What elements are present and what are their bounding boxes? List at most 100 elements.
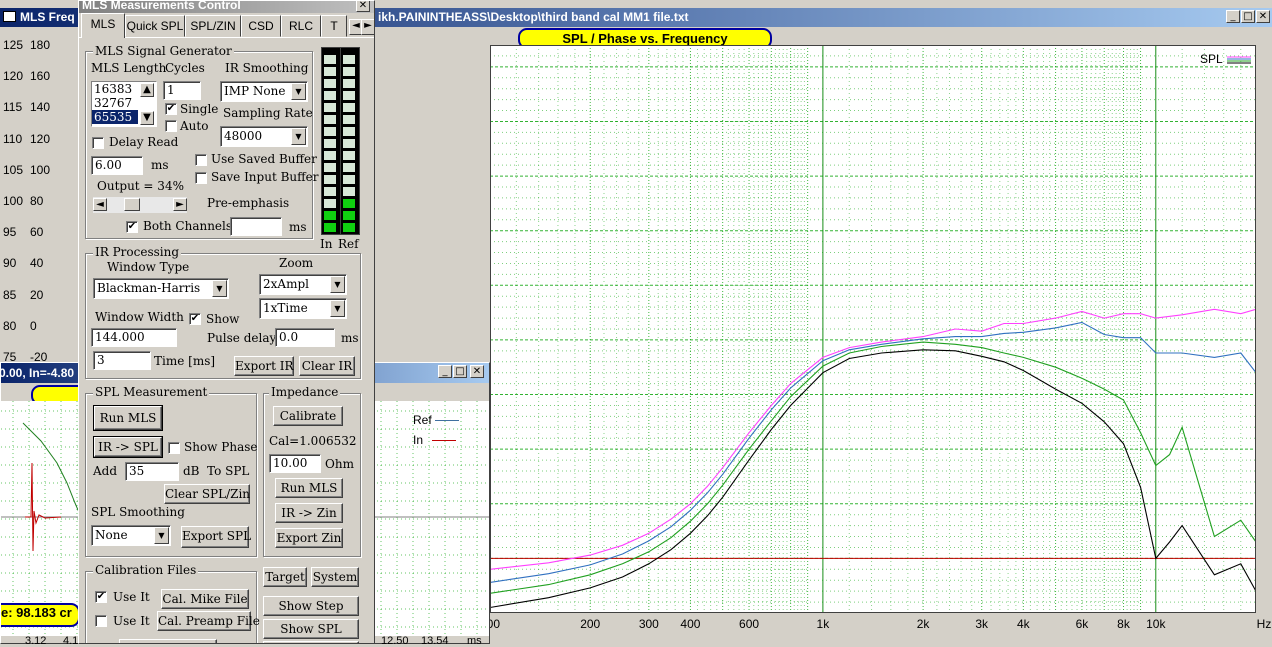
tab-more[interactable]: T	[321, 15, 347, 37]
export-ir-button[interactable]: Export IR	[234, 356, 294, 376]
save-input-buffer-checkbox[interactable]	[195, 172, 207, 184]
legend-spl: SPL	[1200, 52, 1252, 66]
calibrate-button[interactable]: Calibrate	[273, 406, 343, 426]
close-icon[interactable]: ✕	[1256, 10, 1270, 23]
show-step-button[interactable]: Show Step	[263, 596, 359, 616]
mls-length-option-selected[interactable]: 65535	[92, 110, 138, 124]
output-slider-right-icon[interactable]: ►	[173, 198, 187, 211]
run-mls-button[interactable]: Run MLS	[93, 405, 163, 431]
cycles-label: Cycles	[165, 61, 205, 75]
x-tick-label: 600	[739, 617, 760, 631]
chevron-down-icon[interactable]: ▼	[212, 280, 227, 297]
mls-length-list[interactable]: 16383 32767 65535 ▲ ▼	[91, 81, 157, 127]
cal-mike-file-button[interactable]: Cal. Mike File	[161, 589, 249, 609]
control-window[interactable]: MLS Measurements Control ✕ MLS Quick SPL…	[78, 0, 375, 644]
clear-spl-zin-button[interactable]: Clear SPL/Zin	[164, 484, 250, 504]
reference-meter-segment	[343, 211, 355, 220]
chevron-down-icon[interactable]: ▼	[330, 300, 345, 317]
reference-meter-segment	[343, 151, 355, 160]
show-spl-button[interactable]: Show SPL	[263, 619, 359, 639]
mls-length-up-icon[interactable]: ▲	[140, 83, 154, 97]
use-saved-buffer-checkbox[interactable]	[195, 154, 207, 166]
delay-input[interactable]: 6.00	[91, 156, 143, 175]
chevron-down-icon[interactable]: ▼	[154, 527, 169, 544]
ohm-input[interactable]: 10.00	[269, 454, 321, 473]
input-meter-segment	[324, 115, 336, 124]
target-button[interactable]: Target	[263, 567, 307, 587]
window-type-select[interactable]: Blackman-Harris ▼	[93, 278, 229, 299]
chart-right-margin	[1256, 45, 1272, 613]
impulse-x-tick: 4.1	[63, 635, 79, 647]
use-preamp-file-checkbox[interactable]	[95, 615, 107, 627]
cycles-input[interactable]: 1	[163, 81, 201, 100]
clear-ir-button[interactable]: Clear IR	[299, 356, 355, 376]
export-zin-button[interactable]: Export Zin	[275, 528, 343, 548]
spl-axis-tick: 105	[3, 162, 24, 177]
reference-meter-segment	[343, 175, 355, 184]
sampling-rate-label: Sampling Rate	[223, 106, 313, 120]
tab-csd[interactable]: CSD	[241, 15, 281, 37]
tab-spl-zin[interactable]: SPL/ZIN	[185, 15, 241, 37]
tab-mls[interactable]: MLS	[81, 13, 125, 38]
spl-frequency-chart[interactable]	[490, 45, 1256, 613]
ir-to-zin-button[interactable]: IR -> Zin	[275, 503, 343, 523]
output-label: Output = 34%	[97, 179, 184, 193]
delay-read-checkbox[interactable]	[92, 137, 104, 149]
sampling-rate-select[interactable]: 48000 ▼	[220, 126, 308, 147]
left-axis: 125 180 120 160 115 140 110 120 105 100 100 80 95 60 9…	[0, 27, 78, 367]
single-checkbox[interactable]: ✔	[165, 103, 177, 115]
chevron-down-icon[interactable]: ▼	[291, 83, 306, 100]
control-close-icon[interactable]: ✕	[356, 1, 370, 12]
export-spl-button[interactable]: Export SPL	[181, 526, 251, 548]
x-tick-label: 1k	[816, 617, 830, 631]
both-channels-input[interactable]	[230, 217, 282, 236]
cal-preamp-file-button[interactable]: Cal. Preamp File	[157, 611, 260, 631]
maximize-icon[interactable]: □	[1241, 10, 1255, 23]
impulse-close-icon[interactable]: ✕	[470, 365, 484, 378]
pulse-delay-input[interactable]: 0.0	[275, 328, 335, 347]
output-slider[interactable]: ◄ ►	[93, 197, 187, 213]
mls-length-option[interactable]: 32767	[92, 96, 156, 110]
spl-measurement-label: SPL Measurement	[93, 385, 210, 399]
ir-to-spl-button[interactable]: IR -> SPL	[93, 436, 163, 458]
zoom-amplitude-select[interactable]: 2xAmpl ▼	[259, 274, 347, 295]
x-tick-label: 10k	[1146, 617, 1166, 631]
system-button[interactable]: System	[311, 567, 359, 587]
spl-axis-tick: 110	[3, 131, 23, 146]
zoom-time-select[interactable]: 1xTime ▼	[259, 298, 347, 319]
time-input[interactable]: 3	[93, 351, 151, 370]
chevron-down-icon[interactable]: ▼	[330, 276, 345, 293]
impulse-legend-ref: Ref	[413, 413, 460, 427]
add-db-unit: dB	[183, 464, 200, 478]
impulse-minimize-icon[interactable]: _	[438, 365, 452, 378]
minimize-icon[interactable]: _	[1226, 10, 1240, 23]
phase-axis-tick: 100	[30, 162, 51, 177]
tab-quick-spl[interactable]: Quick SPL	[125, 15, 185, 37]
spl-axis-tick: 125	[3, 38, 24, 52]
window-width-input[interactable]: 144.000	[91, 328, 177, 347]
signal-generator-label: MLS Signal Generator	[93, 44, 234, 58]
output-slider-thumb[interactable]	[124, 198, 140, 211]
mls-length-down-icon[interactable]: ▼	[140, 111, 154, 125]
auto-checkbox[interactable]	[165, 120, 177, 132]
use-mike-file-checkbox[interactable]: ✔	[95, 591, 107, 603]
impulse-maximize-icon[interactable]: □	[453, 365, 467, 378]
show-checkbox[interactable]: ✔	[189, 313, 201, 325]
show-phase-checkbox[interactable]	[168, 442, 180, 454]
ir-smoothing-select[interactable]: IMP None ▼	[220, 81, 308, 102]
spl-smoothing-select[interactable]: None ▼	[91, 525, 171, 546]
input-meter-segment	[324, 223, 336, 232]
phase-axis-tick: 140	[30, 100, 51, 115]
impedance-run-mls-button[interactable]: Run MLS	[275, 478, 343, 498]
add-db-input[interactable]: 35	[125, 462, 179, 481]
reference-meter-segment	[343, 199, 355, 208]
tab-rlc[interactable]: RLC	[281, 15, 321, 37]
both-channels-checkbox[interactable]: ✔	[126, 221, 138, 233]
output-slider-left-icon[interactable]: ◄	[93, 198, 107, 211]
ohm-unit: Ohm	[325, 457, 354, 471]
tab-scroll[interactable]: ◄ ►	[349, 19, 374, 35]
tab-scroll-right-icon[interactable]: ►	[361, 19, 374, 35]
chevron-down-icon[interactable]: ▼	[291, 128, 306, 145]
reference-meter-segment	[343, 79, 355, 88]
calibration-extra-button[interactable]	[119, 639, 217, 643]
